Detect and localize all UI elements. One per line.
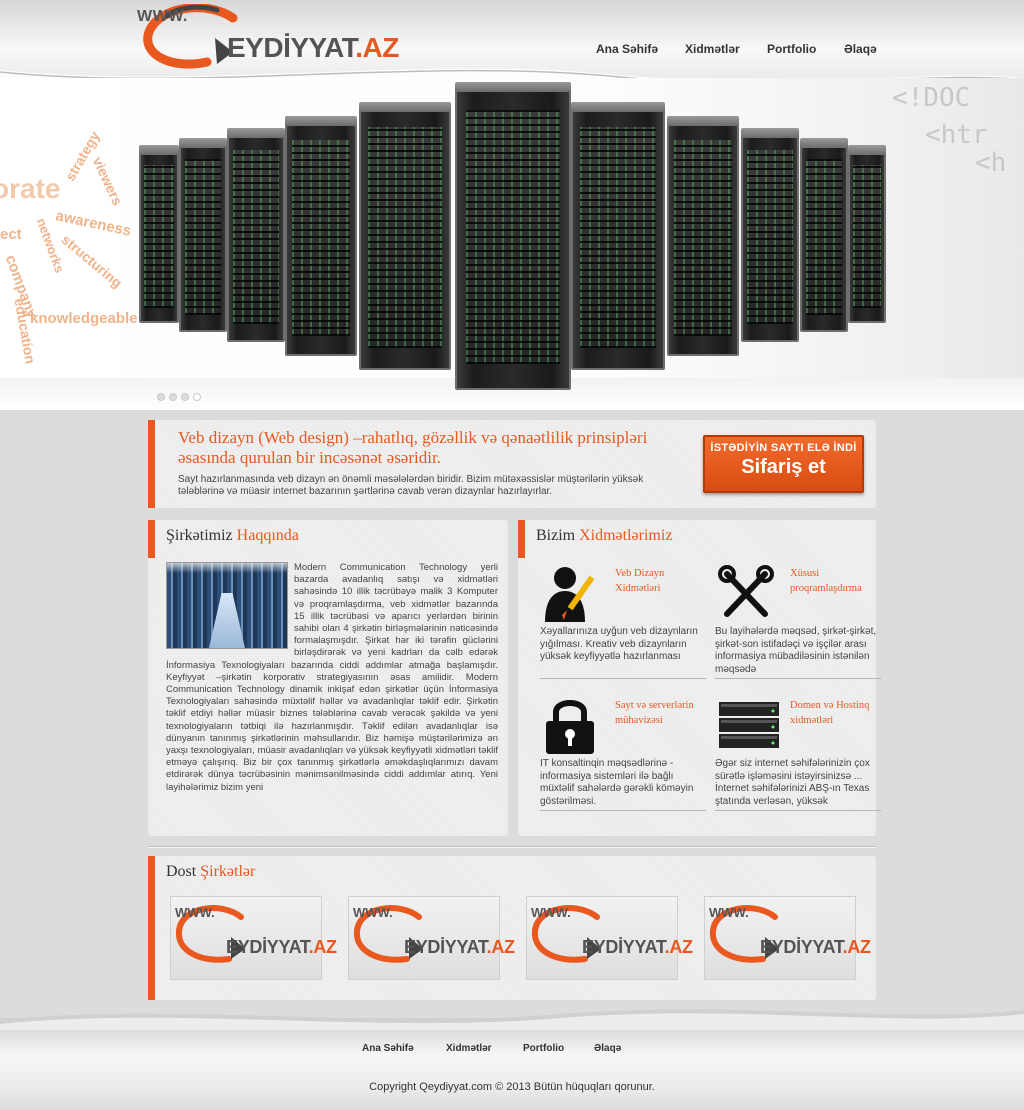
footer-nav-home[interactable]: Ana Səhifə xyxy=(362,1043,414,1054)
cloud-word: orate xyxy=(0,173,61,204)
server-rack-image xyxy=(455,82,571,390)
order-button[interactable]: İSTƏDİYİN SAYTI ELƏ İNDİ Sifariş et xyxy=(703,435,864,493)
divider xyxy=(540,678,706,679)
nav-home[interactable]: Ana Səhifə xyxy=(596,42,658,56)
service-name: Domen və Hostinq xidmətləri xyxy=(790,700,870,726)
slider-dots xyxy=(157,388,205,406)
lock-icon xyxy=(546,700,594,754)
intro-panel: Veb dizayn (Web design) –rahatlıq, gözəl… xyxy=(148,420,876,508)
services-title: Bizim Xidmətlərimiz xyxy=(536,527,673,544)
accent-bar xyxy=(148,520,155,558)
hero-slider: orate strategy viewers ect networks awar… xyxy=(0,78,1024,410)
service-name: Veb Dizayn Xidmətləri xyxy=(615,568,665,594)
accent-bar xyxy=(518,520,525,558)
partner-name: EYDİYYAT.AZ xyxy=(226,937,337,957)
order-button-caption: İSTƏDİYİN SAYTI ELƏ İNDİ xyxy=(710,442,857,454)
cloud-word: structuring xyxy=(58,231,126,291)
accent-bar xyxy=(148,420,155,508)
server-rack-image xyxy=(571,102,665,370)
server-rack-image xyxy=(139,145,179,323)
cloud-word: knowledgeable xyxy=(30,310,138,327)
logo-www: WWW. xyxy=(137,8,188,25)
section-divider xyxy=(148,846,876,848)
cloud-word: viewers xyxy=(89,154,126,208)
tools-icon xyxy=(718,565,774,617)
partners-title: Dost Şirkətlər xyxy=(166,863,256,880)
server-rack-image xyxy=(359,102,451,370)
datacenter-image xyxy=(166,562,288,649)
server-rack-image xyxy=(800,138,848,332)
divider xyxy=(715,678,881,679)
slider-dot[interactable] xyxy=(169,393,177,401)
intro-text: Sayt hazırlanmasında veb dizayn ən önəml… xyxy=(178,474,644,497)
code-text: <h xyxy=(975,148,1007,178)
about-title: Şirkətimiz Haqqında xyxy=(166,527,299,544)
server-rack-image xyxy=(227,128,285,342)
nav-contact[interactable]: Əlaqə xyxy=(844,42,877,56)
service-name: Xüsusi proqramlaşdırma xyxy=(790,568,862,594)
footer-nav-services[interactable]: Xidmətlər xyxy=(446,1043,492,1054)
cloud-word: ect xyxy=(0,226,22,243)
service-desc: Bu layihələrdə məqsəd, şirkət-şirkət, şi… xyxy=(715,626,877,675)
partner-www: WWW. xyxy=(531,905,571,920)
partner-logo[interactable]: WWW. EYDİYYAT.AZ xyxy=(526,896,693,980)
nav-services[interactable]: Xidmətlər xyxy=(685,42,740,56)
divider xyxy=(540,810,706,811)
partner-www: WWW. xyxy=(353,905,393,920)
nav-portfolio[interactable]: Portfolio xyxy=(767,42,816,56)
partners-panel: Dost Şirkətlər WWW. EYDİYYAT.AZ WWW. EYD… xyxy=(148,856,876,1000)
service-desc: İT konsaltinqin məqsədlərinə - informasi… xyxy=(540,758,694,807)
footer xyxy=(0,1018,1024,1110)
partner-name: EYDİYYAT.AZ xyxy=(760,937,871,957)
server-rack-image xyxy=(179,138,227,332)
divider xyxy=(715,810,881,811)
server-rack-image xyxy=(741,128,799,342)
slider-dot[interactable] xyxy=(157,393,165,401)
server-rack-image xyxy=(848,145,886,323)
service-desc: Xəyallarınıza uyğun veb dizaynların yığı… xyxy=(540,626,698,662)
partner-www: WWW. xyxy=(175,905,215,920)
server-rack-image xyxy=(285,116,357,356)
footer-wave xyxy=(0,1009,1024,1030)
about-panel: Şirkətimiz Haqqında Modern Communication… xyxy=(148,520,508,836)
service-desc: Əgər siz internet səhifələrinizin çox sü… xyxy=(715,758,870,807)
services-panel: Bizim Xidmətlərimiz Veb Dizayn Xidmətlər… xyxy=(518,520,881,836)
footer-nav-portfolio[interactable]: Portfolio xyxy=(523,1043,564,1054)
partner-logo[interactable]: WWW. EYDİYYAT.AZ xyxy=(348,896,515,980)
order-button-label: Sifariş et xyxy=(741,456,826,478)
partner-logo[interactable]: WWW. EYDİYYAT.AZ xyxy=(170,896,337,980)
server-rack-image xyxy=(667,116,739,356)
code-text: <htr xyxy=(925,120,988,150)
server-icon xyxy=(719,702,779,748)
accent-bar xyxy=(148,856,155,1000)
slider-dot[interactable] xyxy=(181,393,189,401)
main-nav: Ana Səhifə Xidmətlər Portfolio Əlaqə xyxy=(0,42,1024,62)
service-name: Sayt və serverlərin mühavizəsi xyxy=(615,700,694,726)
slider-dot-active[interactable] xyxy=(193,393,201,401)
partner-www: WWW. xyxy=(709,905,749,920)
partner-name: EYDİYYAT.AZ xyxy=(582,937,693,957)
web-designer-icon xyxy=(545,567,595,622)
copyright: Copyright Qeydiyyat.com © 2013 Bütün hüq… xyxy=(369,1081,655,1093)
partner-name: EYDİYYAT.AZ xyxy=(404,937,515,957)
intro-title: Veb dizayn (Web design) –rahatlıq, gözəl… xyxy=(178,428,648,467)
footer-nav-contact[interactable]: Əlaqə xyxy=(594,1043,621,1054)
partner-logo[interactable]: WWW. EYDİYYAT.AZ xyxy=(704,896,871,980)
code-text: <!DOC xyxy=(892,83,971,113)
